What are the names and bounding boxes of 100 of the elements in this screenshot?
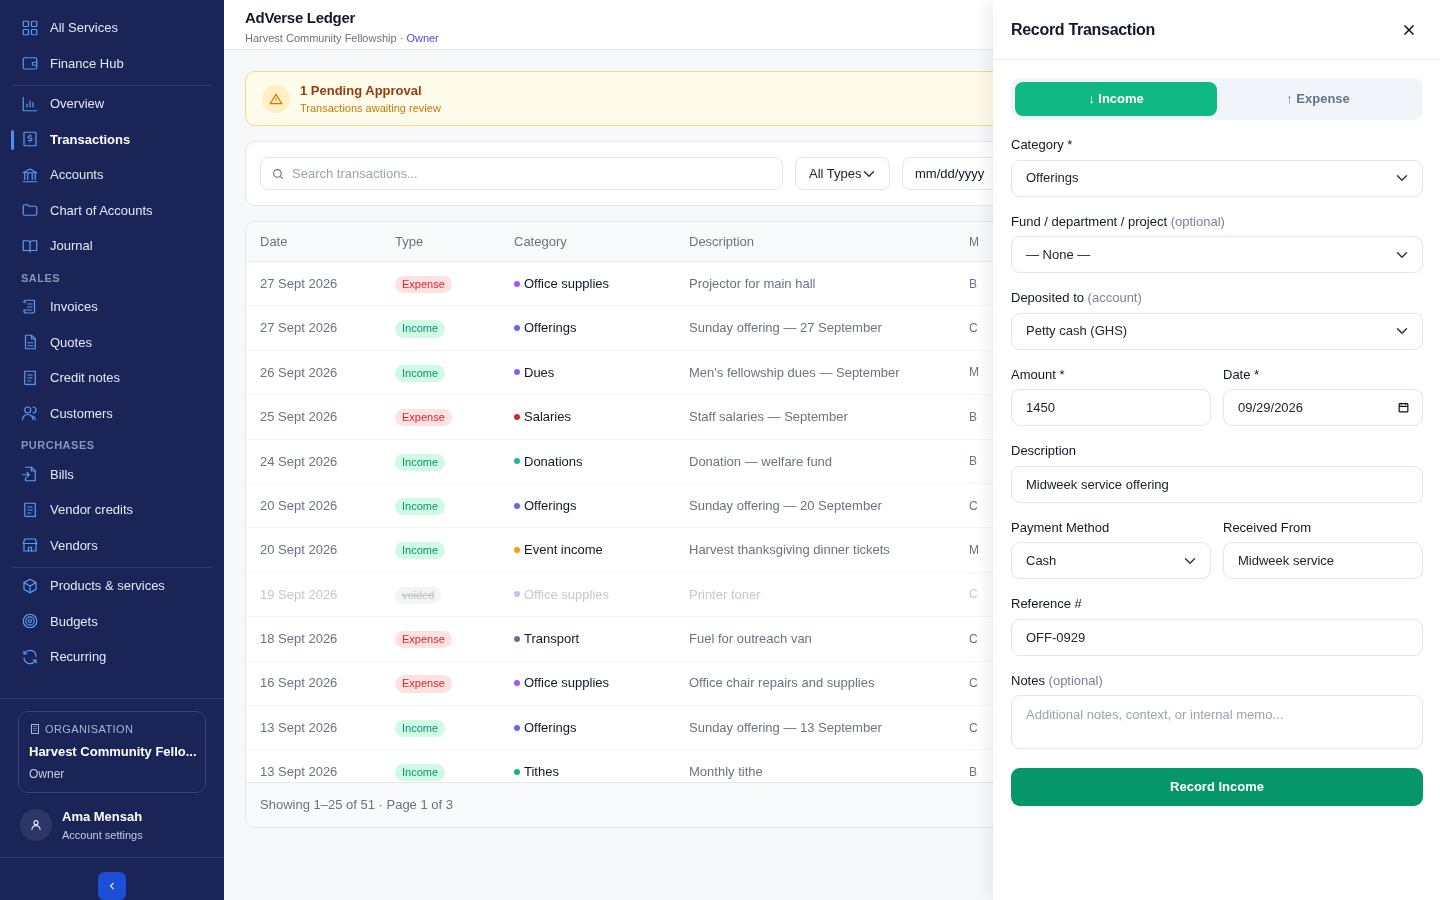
category-cell-text: Offerings <box>524 319 577 338</box>
select-field[interactable]: Petty cash (GHS) <box>1011 312 1423 350</box>
sidebar-item[interactable]: All Services <box>12 10 212 46</box>
sidebar-item[interactable]: Customers <box>12 395 212 431</box>
date-cell: 20 Sept 2026 <box>260 497 338 513</box>
category-cell-text: Dues <box>524 363 555 382</box>
category-cell-text: Office supplies <box>524 274 610 293</box>
input-field[interactable]: OFF-0929 <box>1011 618 1423 656</box>
receipt-icon <box>21 500 39 519</box>
input-field[interactable]: Midweek service offering <box>1011 465 1423 503</box>
organisation-card[interactable]: ORGANISATION Harvest Community Fello... Owner <box>18 711 206 793</box>
table-cell: B <box>969 409 977 424</box>
select-field[interactable]: Offerings <box>1011 159 1423 197</box>
type-filter-dropdown[interactable]: All Types <box>795 157 890 190</box>
table-cell: C <box>969 321 978 336</box>
type-tag: Expense <box>395 631 452 649</box>
date-cell: 18 Sept 2026 <box>260 631 338 647</box>
column-header: Category <box>514 233 567 249</box>
description-cell: Monthly tithe <box>689 764 763 780</box>
section-heading: SALES <box>20 270 62 286</box>
type-tag: Income <box>395 364 446 382</box>
description-cell: Projector for main hall <box>689 275 816 291</box>
table-cell: B <box>969 765 977 779</box>
avatar[interactable] <box>20 809 52 841</box>
field-label: Received From <box>1223 518 1312 537</box>
table-cell: M <box>969 365 979 380</box>
sidebar-item[interactable]: Budgets <box>12 603 212 639</box>
type-tag: Income <box>395 719 446 738</box>
app-title: AdVerse Ledger <box>245 8 355 28</box>
submit-button[interactable]: Record Income <box>1011 768 1423 806</box>
file-import-icon <box>21 465 39 484</box>
category-cell-text: Tithes <box>524 763 559 782</box>
notes-field[interactable]: Additional notes, context, or internal memo... <box>1011 695 1423 749</box>
field-label: Category * <box>1011 136 1073 154</box>
type-tag: Expense <box>395 409 452 427</box>
description-cell: Donation — welfare fund <box>689 453 833 469</box>
date-cell: 13 Sept 2026 <box>260 719 338 735</box>
category-cell-text: Office supplies <box>524 674 610 693</box>
description-cell: Men's fellowship dues — September <box>689 364 900 380</box>
alert-title: 1 Pending Approval <box>300 81 423 100</box>
search-field[interactable]: Search transactions... <box>260 157 783 190</box>
select-field[interactable]: — None — <box>1011 236 1423 273</box>
sidebar-item[interactable]: Vendor credits <box>12 492 212 528</box>
sidebar-item[interactable]: Finance Hub <box>12 45 212 81</box>
dollar-receipt-icon <box>21 130 39 149</box>
sidebar-item[interactable]: Transactions <box>12 121 212 157</box>
field-label: Payment Method <box>1011 518 1110 537</box>
description-cell: Sunday offering — 13 September <box>689 719 882 735</box>
account-settings-link[interactable]: Account settings <box>62 826 143 843</box>
sidebar-item[interactable]: Accounts <box>12 157 212 193</box>
sidebar-item[interactable]: Recurring <box>12 639 212 675</box>
date-field[interactable]: 09/29/2026 <box>1223 389 1423 426</box>
type-tab[interactable]: ↑ Expense <box>1217 82 1419 116</box>
field-label: Description <box>1011 442 1077 460</box>
field-label: Amount * <box>1011 365 1065 384</box>
category-cell-text: Event income <box>524 541 603 560</box>
input-field[interactable]: 1450 <box>1011 389 1211 426</box>
type-tag: Income <box>395 542 446 560</box>
sidebar-item[interactable]: Credit notes <box>12 360 212 396</box>
alert-text: Transactions awaiting review <box>300 101 441 116</box>
sidebar-item[interactable]: Bills <box>12 456 212 492</box>
refresh-icon <box>21 647 39 666</box>
wallet-icon <box>21 54 39 73</box>
table-cell: B <box>969 276 977 291</box>
description-cell: Sunday offering — 20 September <box>689 497 882 513</box>
store-icon <box>21 536 39 555</box>
category-cell-text: Offerings <box>524 718 577 737</box>
receipt-icon <box>21 368 39 387</box>
sidebar-item[interactable]: Chart of Accounts <box>12 192 212 228</box>
category-cell-text: Donations <box>524 452 583 471</box>
type-tag: Income <box>395 764 446 782</box>
users-icon <box>21 404 39 423</box>
organisation-role: Owner <box>29 766 66 783</box>
organisation-label: ORGANISATION <box>45 722 134 737</box>
organisation-subtitle: Harvest Community Fellowship · <box>245 31 405 44</box>
building-icon <box>29 723 41 736</box>
user-icon <box>29 818 43 832</box>
type-tag: Income <box>395 453 446 471</box>
field-label: Reference # <box>1011 595 1082 613</box>
sidebar-item[interactable]: Invoices <box>12 289 212 325</box>
table-cell: C <box>969 631 978 646</box>
date-cell: 27 Sept 2026 <box>260 275 338 291</box>
sidebar-item[interactable]: Vendors <box>12 527 212 563</box>
organisation-name: Harvest Community Fello... <box>29 742 195 761</box>
category-cell-text: Office supplies <box>524 585 610 604</box>
sidebar-item[interactable]: Products & services <box>12 568 212 604</box>
description-cell: Printer toner <box>689 586 761 602</box>
category-cell-text: Transport <box>524 630 580 649</box>
type-tag: Income <box>395 320 446 338</box>
category-cell-text: Offerings <box>524 496 577 515</box>
sidebar-item[interactable]: Quotes <box>12 324 212 360</box>
date-filter-field[interactable]: mm/dd/yyyy <box>902 157 993 190</box>
sidebar-item[interactable]: Journal <box>12 228 212 264</box>
select-field[interactable]: Cash <box>1011 542 1211 579</box>
collapse-button[interactable] <box>98 872 126 900</box>
input-field[interactable]: Midweek service <box>1223 542 1423 579</box>
date-cell: 27 Sept 2026 <box>260 320 338 336</box>
type-tag: Expense <box>395 275 452 294</box>
date-cell: 20 Sept 2026 <box>260 542 338 558</box>
sidebar-item[interactable]: Overview <box>12 86 212 122</box>
